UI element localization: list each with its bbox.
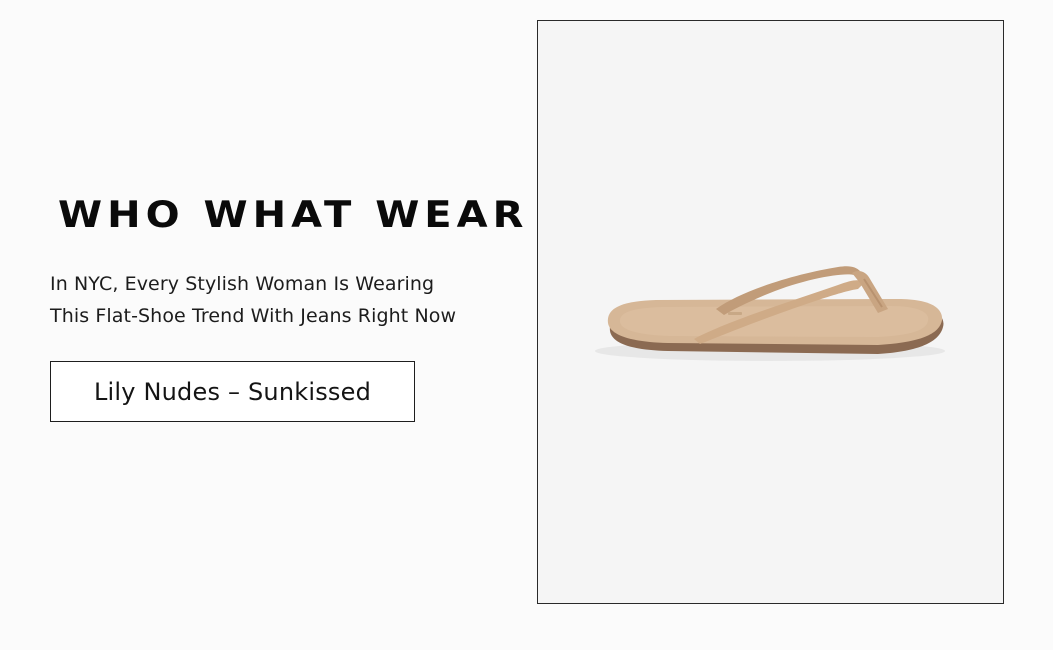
headline-line-1: In NYC, Every Stylish Woman Is Wearing bbox=[50, 273, 435, 295]
flip-flop-sandal-icon bbox=[595, 266, 945, 361]
brand-logo[interactable]: WHO WHAT WEAR bbox=[58, 190, 523, 240]
headline-line-2: This Flat-Shoe Trend With Jeans Right No… bbox=[50, 305, 457, 327]
article-headline[interactable]: In NYC, Every Stylish Woman Is Wearing T… bbox=[50, 268, 520, 332]
product-button[interactable]: Lily Nudes – Sunkissed bbox=[50, 361, 415, 422]
product-image-frame[interactable] bbox=[537, 20, 1004, 604]
